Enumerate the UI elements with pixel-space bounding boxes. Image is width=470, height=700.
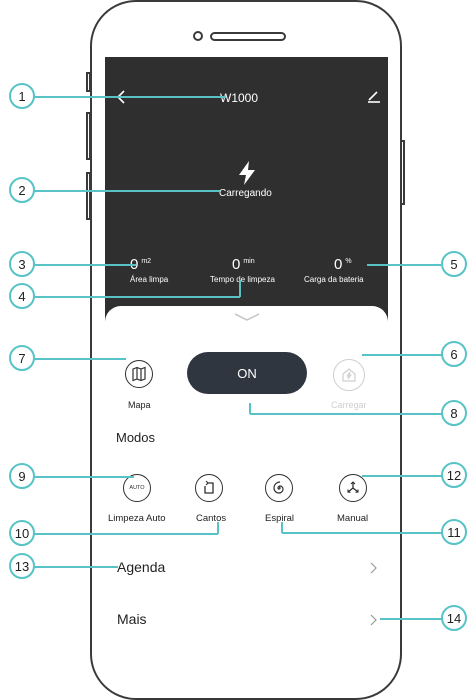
charging-bolt-icon (236, 160, 258, 186)
callout-line-10-tick (217, 522, 219, 534)
phone-speaker (210, 32, 286, 41)
charge-label: Carregar (331, 400, 367, 410)
phone-volume-up (86, 112, 91, 160)
callout-4: 4 (9, 283, 35, 309)
callout-line-11-tick (281, 522, 283, 533)
mode-corners-button[interactable] (195, 474, 223, 502)
more-row[interactable]: Mais (105, 604, 388, 636)
page-title: W1000 (220, 91, 259, 105)
callout-line-10 (34, 533, 218, 535)
phone-mute-switch (86, 72, 91, 92)
auto-icon: AUTO (129, 485, 145, 491)
stat-area: 0m2 Área limpa (130, 256, 178, 284)
callout-line-14 (380, 618, 442, 620)
mode-manual-button[interactable] (339, 474, 367, 502)
mode-auto-button[interactable]: AUTO (123, 474, 151, 502)
sheet-handle[interactable] (233, 310, 261, 322)
phone-volume-down (86, 172, 91, 220)
spiral-icon (273, 481, 284, 494)
callout-line-9 (34, 476, 134, 478)
callout-line-4 (34, 296, 240, 298)
stat-time-label: Tempo de limpeza (210, 275, 275, 284)
mode-spiral-label: Espiral (265, 513, 295, 524)
power-on-label: ON (237, 365, 257, 381)
callout-2: 2 (9, 177, 35, 203)
callout-line-12 (362, 475, 442, 477)
stat-battery-value: 0 (334, 256, 343, 273)
more-label: Mais (117, 611, 147, 627)
callout-12: 12 (441, 462, 467, 488)
chevron-right-icon (370, 614, 377, 626)
corner-icon (204, 480, 214, 494)
stat-battery: 0% Carga da bateria (304, 256, 384, 284)
chevron-right-icon (370, 562, 377, 574)
callout-line-2 (34, 190, 220, 192)
callout-line-1 (34, 96, 226, 98)
mode-auto-label: Limpeza Auto (108, 513, 166, 524)
callout-line-5 (367, 264, 441, 266)
stat-battery-unit: % (345, 257, 352, 265)
stat-time-value: 0 (232, 256, 241, 273)
stat-area-unit: m2 (141, 257, 152, 265)
modes-title: Modos (116, 430, 156, 445)
chevron-down-icon (234, 313, 260, 321)
pencil-icon (368, 91, 380, 103)
phone-power-button (400, 140, 405, 205)
callout-line-6 (362, 354, 442, 356)
callout-6: 6 (441, 341, 467, 367)
manual-icon (347, 481, 359, 493)
map-icon (132, 366, 146, 382)
callout-5: 5 (441, 251, 467, 277)
mode-manual-label: Manual (337, 513, 369, 524)
map-button[interactable] (125, 360, 153, 388)
callout-10: 10 (9, 520, 35, 546)
charging-status: Carregando (219, 188, 272, 199)
stat-time: 0 min Tempo de limpeza (210, 256, 290, 284)
callout-line-11 (282, 532, 442, 534)
callout-3: 3 (9, 251, 35, 277)
map-label: Mapa (128, 400, 151, 410)
agenda-row[interactable]: Agenda (105, 552, 388, 584)
callout-11: 11 (441, 519, 467, 545)
callout-line-3 (34, 264, 136, 266)
callout-7: 7 (9, 345, 35, 371)
stat-area-label: Área limpa (130, 275, 169, 284)
mode-corners-label: Cantos (196, 513, 227, 524)
phone-camera (193, 31, 203, 41)
edit-button[interactable] (366, 88, 382, 104)
callout-line-13 (34, 566, 118, 568)
callout-line-8-tick (249, 403, 251, 414)
callout-14: 14 (441, 605, 467, 631)
callout-1: 1 (9, 83, 35, 109)
callout-line-7 (34, 358, 126, 360)
callout-13: 13 (9, 553, 35, 579)
home-charge-icon (342, 368, 356, 382)
callout-9: 9 (9, 463, 35, 489)
charge-button[interactable] (333, 359, 365, 391)
stat-battery-label: Carga da bateria (304, 275, 364, 284)
callout-8: 8 (441, 400, 467, 426)
agenda-label: Agenda (117, 559, 166, 575)
stat-time-unit: min (243, 257, 255, 265)
mode-spiral-button[interactable] (265, 474, 293, 502)
callout-line-4-tick (239, 280, 241, 297)
callout-line-8 (250, 413, 442, 415)
power-on-button[interactable]: ON (187, 352, 307, 394)
